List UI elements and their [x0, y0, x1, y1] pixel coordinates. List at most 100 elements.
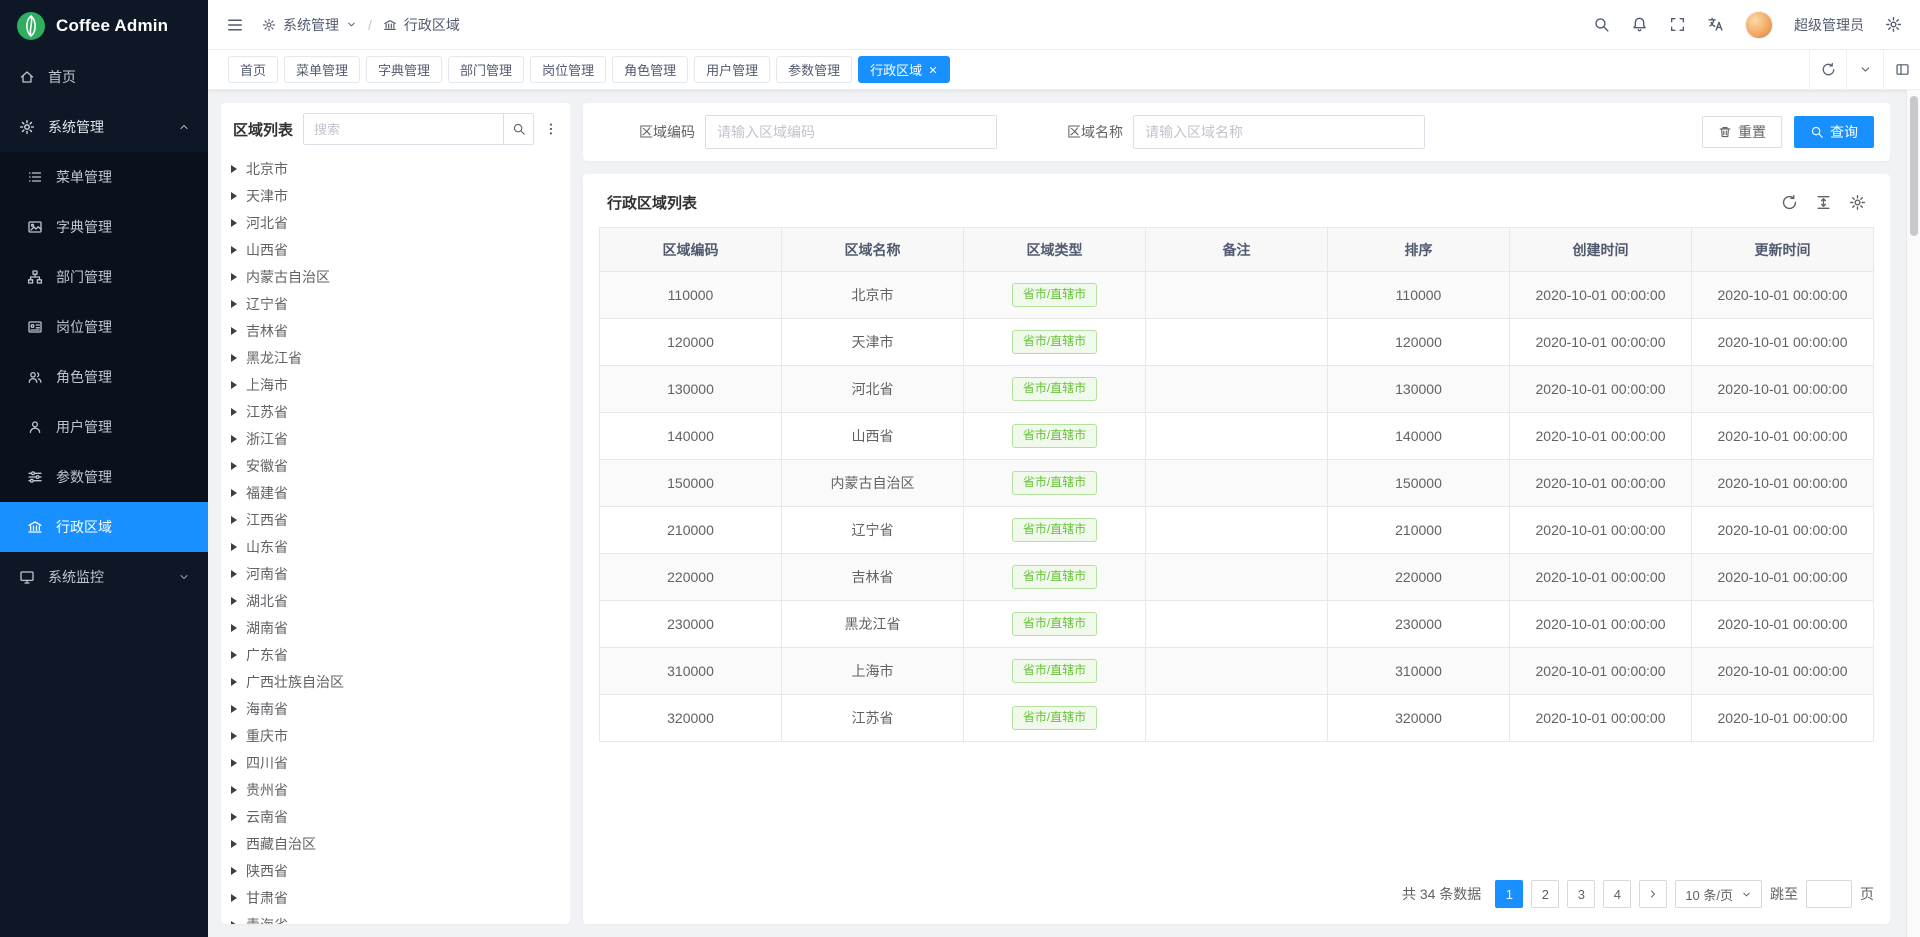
caret-right-icon[interactable] — [231, 786, 237, 794]
close-icon[interactable] — [928, 65, 938, 75]
table-row[interactable]: 120000 天津市 省市/直辖市 120000 2020-10-01 00:0… — [600, 319, 1874, 366]
hamburger-icon[interactable] — [226, 16, 244, 34]
sidebar-item-menu-mgmt[interactable]: 菜单管理 — [0, 152, 208, 202]
tree-item[interactable]: 黑龙江省 — [221, 344, 570, 371]
tab-param-mgmt[interactable]: 参数管理 — [776, 56, 852, 83]
username[interactable]: 超级管理员 — [1794, 15, 1864, 35]
caret-right-icon[interactable] — [231, 867, 237, 875]
table-header-cell[interactable]: 区域名称 — [782, 228, 964, 272]
tree-item[interactable]: 贵州省 — [221, 776, 570, 803]
tree-item[interactable]: 湖北省 — [221, 587, 570, 614]
caret-right-icon[interactable] — [231, 462, 237, 470]
tree-item[interactable]: 福建省 — [221, 479, 570, 506]
tab-user-mgmt[interactable]: 用户管理 — [694, 56, 770, 83]
caret-right-icon[interactable] — [231, 327, 237, 335]
page-button-4[interactable]: 4 — [1603, 880, 1631, 908]
caret-right-icon[interactable] — [231, 516, 237, 524]
tab-post-mgmt[interactable]: 岗位管理 — [530, 56, 606, 83]
refresh-icon[interactable] — [1781, 194, 1798, 211]
caret-right-icon[interactable] — [231, 732, 237, 740]
table-row[interactable]: 210000 辽宁省 省市/直辖市 210000 2020-10-01 00:0… — [600, 507, 1874, 554]
chevron-down-icon[interactable] — [1846, 50, 1883, 89]
tree-item[interactable]: 广东省 — [221, 641, 570, 668]
caret-right-icon[interactable] — [231, 651, 237, 659]
page-button-2[interactable]: 2 — [1531, 880, 1559, 908]
caret-right-icon[interactable] — [231, 678, 237, 686]
tree-item[interactable]: 湖南省 — [221, 614, 570, 641]
tree-item[interactable]: 内蒙古自治区 — [221, 263, 570, 290]
sidebar-item-home[interactable]: 首页 — [0, 52, 208, 102]
caret-right-icon[interactable] — [231, 759, 237, 767]
caret-right-icon[interactable] — [231, 813, 237, 821]
tree-item[interactable]: 辽宁省 — [221, 290, 570, 317]
tab-menu-mgmt[interactable]: 菜单管理 — [284, 56, 360, 83]
caret-right-icon[interactable] — [231, 246, 237, 254]
tab-role-mgmt[interactable]: 角色管理 — [612, 56, 688, 83]
tree-item[interactable]: 河南省 — [221, 560, 570, 587]
tree-item[interactable]: 北京市 — [221, 155, 570, 182]
sidebar-item-post-mgmt[interactable]: 岗位管理 — [0, 302, 208, 352]
table-header-cell[interactable]: 排序 — [1328, 228, 1510, 272]
settings-gear-icon[interactable] — [1885, 16, 1902, 33]
bell-icon[interactable] — [1631, 16, 1648, 33]
table-row[interactable]: 320000 江苏省 省市/直辖市 320000 2020-10-01 00:0… — [600, 695, 1874, 742]
dots-vertical-icon[interactable] — [544, 122, 558, 136]
row-density-icon[interactable] — [1815, 194, 1832, 211]
jump-page-input[interactable] — [1806, 880, 1852, 908]
tab-dict-mgmt[interactable]: 字典管理 — [366, 56, 442, 83]
sidebar-item-system[interactable]: 系统管理 — [0, 102, 208, 152]
sidebar-item-param-mgmt[interactable]: 参数管理 — [0, 452, 208, 502]
column-settings-gear-icon[interactable] — [1849, 194, 1866, 211]
search-icon[interactable] — [1593, 16, 1610, 33]
fullscreen-icon[interactable] — [1669, 16, 1686, 33]
tree-item[interactable]: 河北省 — [221, 209, 570, 236]
table-header-cell[interactable]: 区域编码 — [600, 228, 782, 272]
tree-item[interactable]: 云南省 — [221, 803, 570, 830]
translate-icon[interactable] — [1707, 16, 1724, 33]
caret-right-icon[interactable] — [231, 408, 237, 416]
caret-right-icon[interactable] — [231, 624, 237, 632]
page-button-1[interactable]: 1 — [1495, 880, 1523, 908]
region-code-input[interactable] — [705, 115, 997, 149]
table-row[interactable]: 130000 河北省 省市/直辖市 130000 2020-10-01 00:0… — [600, 366, 1874, 413]
tree-item[interactable]: 安徽省 — [221, 452, 570, 479]
tree-item[interactable]: 江西省 — [221, 506, 570, 533]
tree-item[interactable]: 江苏省 — [221, 398, 570, 425]
caret-right-icon[interactable] — [231, 894, 237, 902]
caret-right-icon[interactable] — [231, 219, 237, 227]
table-row[interactable]: 230000 黑龙江省 省市/直辖市 230000 2020-10-01 00:… — [600, 601, 1874, 648]
tree-item[interactable]: 广西壮族自治区 — [221, 668, 570, 695]
table-header-cell[interactable]: 备注 — [1146, 228, 1328, 272]
table-row[interactable]: 110000 北京市 省市/直辖市 110000 2020-10-01 00:0… — [600, 272, 1874, 319]
tree-item[interactable]: 重庆市 — [221, 722, 570, 749]
tab-home[interactable]: 首页 — [228, 56, 278, 83]
tree-item[interactable]: 西藏自治区 — [221, 830, 570, 857]
tree-item[interactable]: 四川省 — [221, 749, 570, 776]
tree-item[interactable]: 山西省 — [221, 236, 570, 263]
page-size-select[interactable]: 10 条/页 — [1675, 880, 1762, 908]
caret-right-icon[interactable] — [231, 597, 237, 605]
table-row[interactable]: 310000 上海市 省市/直辖市 310000 2020-10-01 00:0… — [600, 648, 1874, 695]
refresh-icon[interactable] — [1809, 50, 1846, 89]
tree-search-button[interactable] — [503, 114, 533, 144]
sidebar-item-dept-mgmt[interactable]: 部门管理 — [0, 252, 208, 302]
tab-region[interactable]: 行政区域 — [858, 56, 950, 83]
caret-right-icon[interactable] — [231, 435, 237, 443]
caret-right-icon[interactable] — [231, 921, 237, 925]
table-row[interactable]: 150000 内蒙古自治区 省市/直辖市 150000 2020-10-01 0… — [600, 460, 1874, 507]
caret-right-icon[interactable] — [231, 840, 237, 848]
table-header-cell[interactable]: 创建时间 — [1510, 228, 1692, 272]
page-scrollbar-thumb[interactable] — [1910, 96, 1918, 236]
page-button-3[interactable]: 3 — [1567, 880, 1595, 908]
caret-right-icon[interactable] — [231, 543, 237, 551]
table-row[interactable]: 220000 吉林省 省市/直辖市 220000 2020-10-01 00:0… — [600, 554, 1874, 601]
next-page-button[interactable] — [1639, 880, 1667, 908]
sidebar-item-monitor[interactable]: 系统监控 — [0, 552, 208, 602]
tree-item[interactable]: 山东省 — [221, 533, 570, 560]
query-button[interactable]: 查询 — [1794, 116, 1874, 148]
tree-item[interactable]: 天津市 — [221, 182, 570, 209]
sidebar-item-dict-mgmt[interactable]: 字典管理 — [0, 202, 208, 252]
tree-item[interactable]: 青海省 — [221, 911, 570, 924]
caret-right-icon[interactable] — [231, 570, 237, 578]
region-name-input[interactable] — [1133, 115, 1425, 149]
